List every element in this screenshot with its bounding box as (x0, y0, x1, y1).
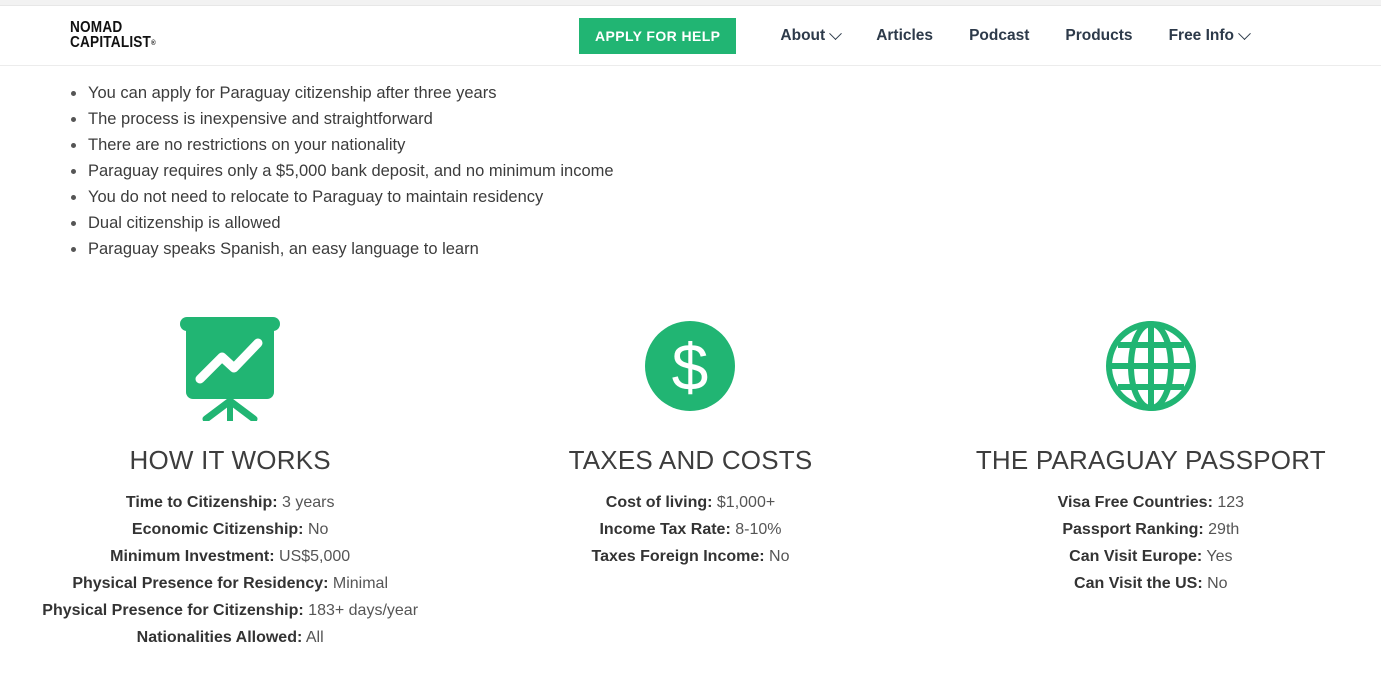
svg-text:$: $ (672, 330, 709, 404)
facts-list: Cost of living: $1,000+ Income Tax Rate:… (490, 489, 890, 570)
fact-label: Minimum Investment: (110, 548, 275, 566)
feature-column-how-it-works: HOW IT WORKS Time to Citizenship: 3 year… (0, 306, 460, 651)
fact-value: 123 (1217, 494, 1245, 512)
fact-label: Physical Presence for Citizenship: (42, 602, 304, 620)
logo-line-2: CAPITALIST® (70, 33, 156, 51)
fact-value: 29th (1208, 521, 1240, 539)
registered-trademark-icon: ® (151, 39, 156, 47)
column-title: THE PARAGUAY PASSPORT (975, 445, 1326, 475)
fact-label: Time to Citizenship: (125, 494, 278, 512)
nav-label: Articles (876, 27, 934, 44)
nav-item-articles[interactable]: Articles (858, 27, 951, 45)
fact-row: Income Tax Rate: 8-10% (490, 516, 890, 543)
fact-value: US$5,000 (279, 548, 351, 566)
fact-value: Minimal (332, 575, 389, 593)
fact-row: Cost of living: $1,000+ (490, 489, 890, 516)
fact-label: Visa Free Countries: (1057, 494, 1213, 512)
fact-label: Can Visit the US: (1074, 575, 1203, 593)
column-title: TAXES AND COSTS (568, 445, 813, 475)
list-item: You can apply for Paraguay citizenship a… (71, 80, 1381, 106)
apply-for-help-button[interactable]: APPLY FOR HELP (579, 18, 737, 54)
nav-list: About Articles Podcast Products Free Inf… (736, 26, 1267, 45)
fact-label: Taxes Foreign Income: (591, 548, 765, 566)
fact-label: Passport Ranking: (1062, 521, 1204, 539)
nav-label: About (780, 27, 826, 44)
nav-label: Free Info (1168, 27, 1235, 44)
list-item: Paraguay requires only a $5,000 bank dep… (71, 158, 1381, 184)
fact-label: Can Visit Europe: (1069, 548, 1203, 566)
dollar-circle-icon: $ (490, 306, 890, 426)
feature-columns: HOW IT WORKS Time to Citizenship: 3 year… (0, 306, 1381, 651)
feature-column-paraguay-passport: THE PARAGUAY PASSPORT Visa Free Countrie… (921, 306, 1381, 651)
fact-value: $1,000+ (716, 494, 776, 512)
fact-row: Economic Citizenship: No (30, 516, 430, 543)
list-item: Paraguay speaks Spanish, an easy languag… (71, 236, 1381, 262)
facts-list: Visa Free Countries: 123 Passport Rankin… (951, 489, 1351, 597)
benefits-list: You can apply for Paraguay citizenship a… (0, 66, 1381, 262)
fact-value: 183+ days/year (308, 602, 419, 620)
globe-icon (951, 306, 1351, 426)
list-item: Dual citizenship is allowed (71, 210, 1381, 236)
page-content: You can apply for Paraguay citizenship a… (0, 66, 1381, 651)
chevron-down-icon (829, 26, 843, 40)
chevron-down-icon (1238, 26, 1251, 40)
fact-value: All (305, 629, 324, 647)
facts-list: Time to Citizenship: 3 years Economic Ci… (30, 489, 430, 651)
fact-row: Can Visit Europe: Yes (951, 543, 1351, 570)
fact-row: Minimum Investment: US$5,000 (30, 543, 430, 570)
presentation-chart-icon (30, 306, 430, 426)
list-item: There are no restrictions on your nation… (71, 132, 1381, 158)
fact-value: 3 years (282, 494, 335, 512)
fact-label: Economic Citizenship: (131, 521, 304, 539)
fact-value: No (1207, 575, 1228, 593)
fact-row: Time to Citizenship: 3 years (30, 489, 430, 516)
site-header: NOMAD CAPITALIST® APPLY FOR HELP About A… (0, 6, 1381, 66)
fact-value: 8-10% (735, 521, 782, 539)
nav-label: Podcast (969, 27, 1030, 44)
fact-row: Taxes Foreign Income: No (490, 543, 890, 570)
fact-row: Physical Presence for Residency: Minimal (30, 570, 430, 597)
fact-value: No (307, 521, 329, 539)
nav-item-products[interactable]: Products (1047, 27, 1150, 45)
main-navigation: APPLY FOR HELP About Articles Podcast Pr… (579, 6, 1267, 66)
nav-item-free-info[interactable]: Free Info (1151, 26, 1267, 45)
fact-row: Can Visit the US: No (951, 570, 1351, 597)
fact-value: No (769, 548, 790, 566)
fact-label: Cost of living: (605, 494, 713, 512)
fact-row: Physical Presence for Citizenship: 183+ … (30, 597, 430, 624)
list-item: The process is inexpensive and straightf… (71, 106, 1381, 132)
fact-row: Passport Ranking: 29th (951, 516, 1351, 543)
nav-label: Products (1065, 27, 1133, 44)
fact-label: Nationalities Allowed: (136, 629, 303, 647)
nav-item-podcast[interactable]: Podcast (951, 27, 1047, 45)
fact-row: Visa Free Countries: 123 (951, 489, 1351, 516)
site-logo[interactable]: NOMAD CAPITALIST® (70, 20, 156, 51)
feature-column-taxes-and-costs: $ TAXES AND COSTS Cost of living: $1,000… (460, 306, 920, 651)
fact-value: Yes (1206, 548, 1233, 566)
fact-label: Physical Presence for Residency: (72, 575, 329, 593)
nav-item-about[interactable]: About (762, 26, 858, 45)
fact-label: Income Tax Rate: (599, 521, 731, 539)
fact-row: Nationalities Allowed: All (30, 624, 430, 651)
list-item: You do not need to relocate to Paraguay … (71, 184, 1381, 210)
column-title: HOW IT WORKS (129, 445, 331, 475)
